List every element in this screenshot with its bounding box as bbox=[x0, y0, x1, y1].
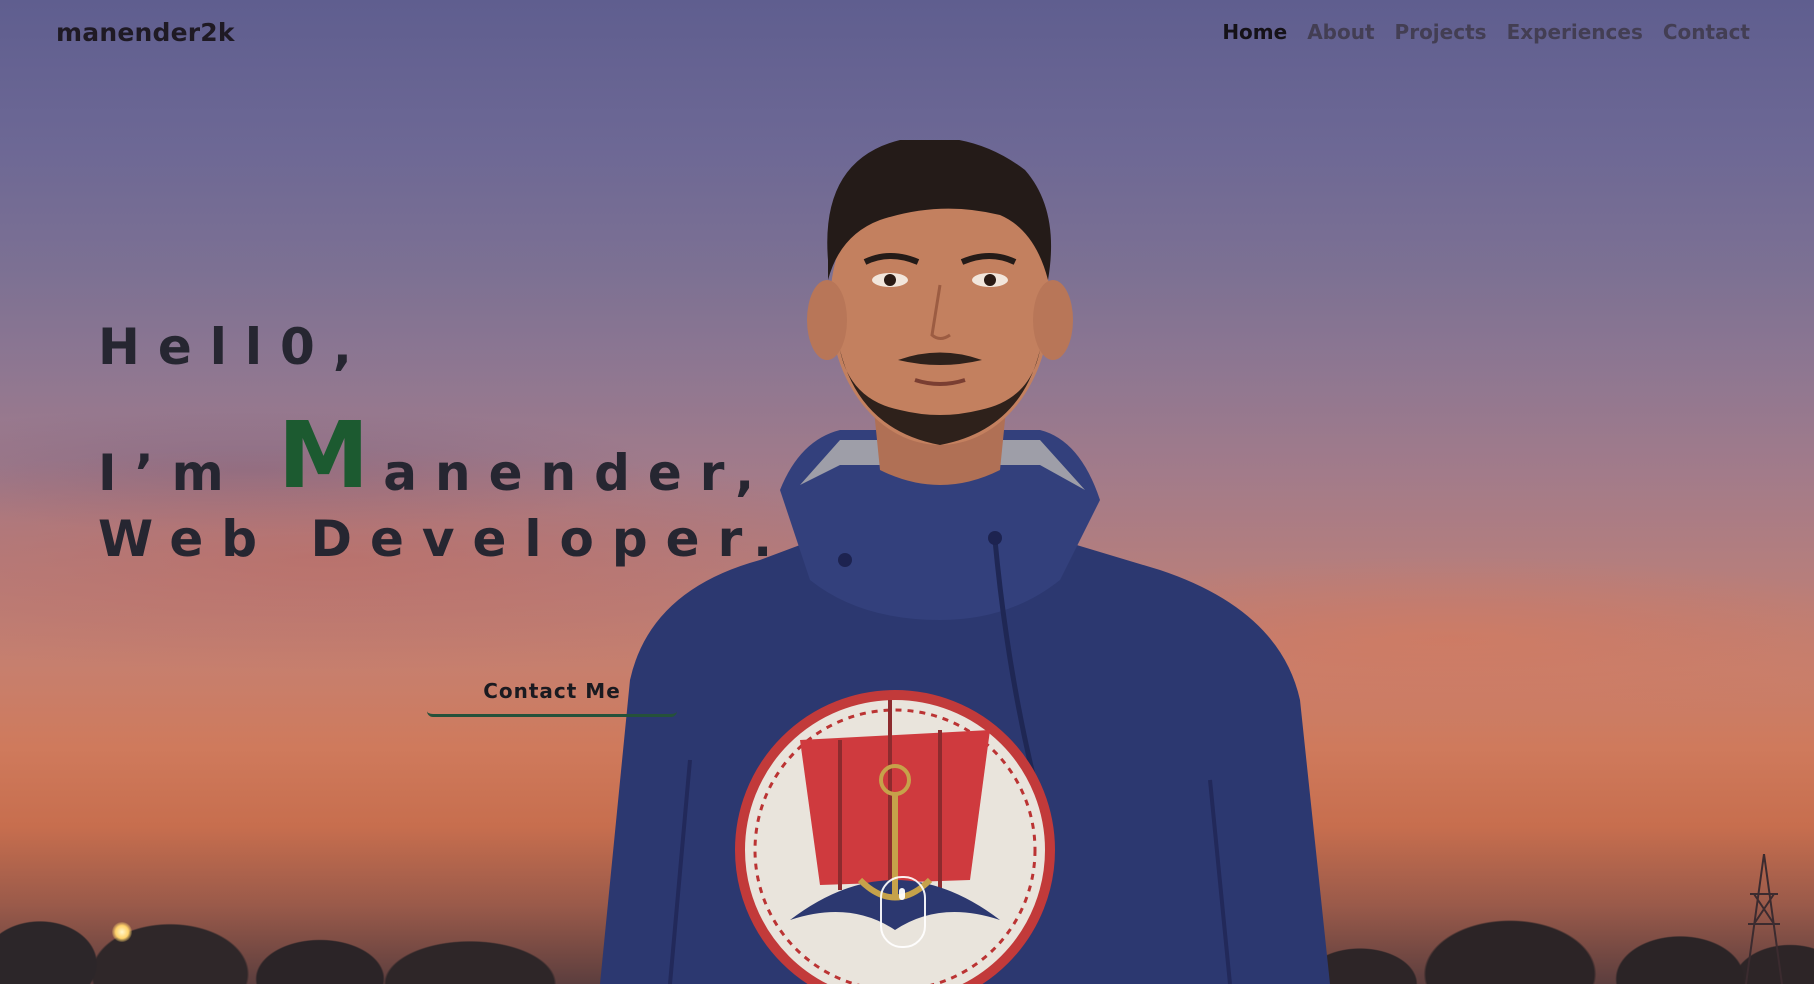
name-line: I’m M anender, bbox=[98, 402, 790, 509]
nav-item-home[interactable]: Home bbox=[1222, 20, 1287, 44]
top-navbar: manender2k Home About Projects Experienc… bbox=[0, 0, 1814, 64]
name-initial: M bbox=[277, 402, 378, 509]
role-text: Web Developer. bbox=[98, 510, 791, 568]
mouse-scroll-icon[interactable] bbox=[880, 876, 926, 948]
nav-item-contact[interactable]: Contact bbox=[1663, 20, 1750, 44]
nav-item-about[interactable]: About bbox=[1307, 20, 1374, 44]
nav-links: Home About Projects Experiences Contact bbox=[1222, 20, 1750, 44]
name-rest: anender, bbox=[383, 444, 773, 502]
contact-me-button[interactable]: Contact Me bbox=[427, 668, 677, 717]
scroll-wheel bbox=[899, 888, 905, 900]
nav-item-experiences[interactable]: Experiences bbox=[1507, 20, 1643, 44]
power-pylon bbox=[1745, 854, 1783, 984]
site-logo[interactable]: manender2k bbox=[56, 18, 235, 47]
streetlight-glow bbox=[112, 922, 132, 942]
hero-intro: Hell0, I’m M anender, Web Developer. bbox=[98, 318, 790, 568]
nav-item-projects[interactable]: Projects bbox=[1395, 20, 1487, 44]
name-prefix: I’m bbox=[98, 444, 242, 502]
greeting-text: Hell0, bbox=[98, 318, 370, 376]
